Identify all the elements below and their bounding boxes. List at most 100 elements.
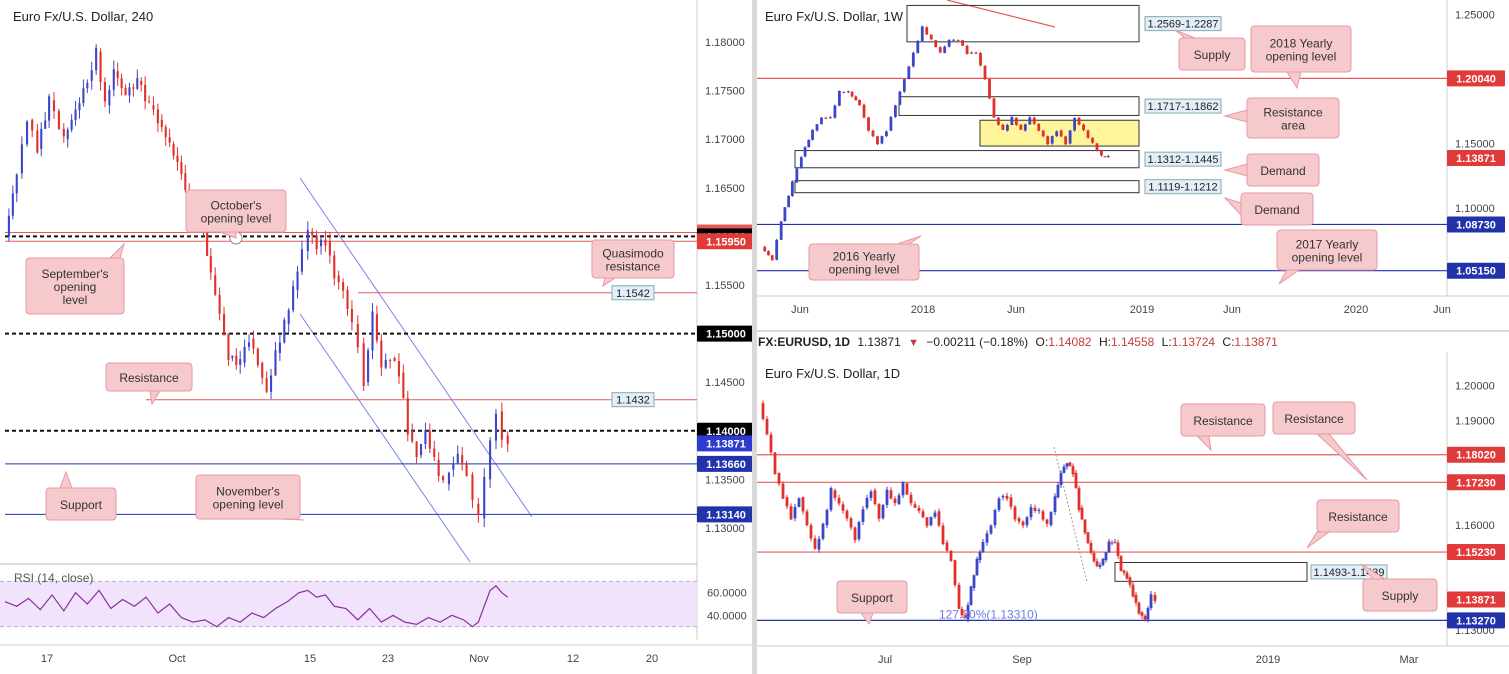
w1-candle [833,105,837,118]
d1-candle [1131,584,1135,597]
chart-4h-svg[interactable]: 1.18000 1.17500 1.17000 1.16500 1.15500 1.145… [0,0,752,674]
callout-2017-text: 2017 Yearly [1296,238,1359,252]
highlight-zone [979,119,1140,147]
chart-1w-svg[interactable]: 1.25000 1.15000 1.10000 1.2569-1.2287 1.1717… [757,0,1509,330]
y-tick-label: 1.16500 [705,183,745,195]
x-tick-label: Jun [1433,304,1451,316]
w1-candle [1100,150,1103,156]
ticker-open: 1.14082 [1048,335,1092,349]
d1-candle [801,497,805,512]
d1-candle [877,503,881,519]
w1-candle [876,136,879,145]
h4-candle [296,271,299,290]
h4-candle [393,357,396,362]
price-tag: 1.13660 [706,459,746,471]
w1-candle [1082,124,1085,131]
w1-candle [1023,124,1027,131]
h4-candle [172,144,175,156]
ticker-header: FX:EURUSD, 1D 1.13871 ▼ −0.00211 (−0.18%… [758,332,1509,352]
h4-candle [442,476,445,481]
x-tick-label: Jul [878,654,892,666]
h4-candle [477,503,480,515]
h4-candle [164,127,167,138]
x-tick-label: 15 [304,653,316,665]
w1-candle [790,181,794,196]
d1-candle [1137,602,1141,614]
h4-candle [152,105,155,110]
y-tick-label: 1.17000 [705,134,745,146]
w1-candle [815,124,819,131]
w1-candle [1095,143,1099,151]
chart-1d-svg[interactable]: 1.200001.190001.160001.140001.130001.149… [757,352,1509,674]
w1-candle [799,157,803,169]
ticker-open-label: O: [1035,335,1049,349]
rsi-title: RSI (14, close) [14,571,93,585]
h4-candle [362,343,365,387]
d1-candle [997,498,1001,510]
d1-candle [761,403,765,419]
d1-candle [1077,488,1081,511]
h4-candle [428,430,431,449]
price-tag: 1.05150 [1456,266,1496,278]
h4-candle [48,96,51,121]
ticker-last: 1.13871 [857,335,901,349]
x-tick-label: Sep [1012,654,1032,666]
w1-candle [775,239,779,260]
d1-candle [1005,495,1009,499]
x-tick-label: Nov [469,653,489,665]
d1-candle [1089,543,1093,553]
y-tick-label: 1.13500 [705,474,745,486]
ticker-close-label: C: [1222,335,1235,349]
chart-panel-4h[interactable]: 1.18000 1.17500 1.17000 1.16500 1.15500 1.145… [0,0,752,674]
d1-candle [972,575,976,588]
d1-candle [1062,466,1066,473]
h4-candle [140,80,143,85]
y-tick-label: 1.14500 [705,377,745,389]
w1-candle [1037,123,1041,131]
d1-candle [845,510,849,519]
h4-candle [62,128,65,137]
w1-candle [1059,130,1063,137]
w1-candle [894,105,897,117]
d1-candle [1149,594,1153,609]
h4-candle [406,398,409,435]
d1-candle [1104,552,1108,561]
h4-candle [397,361,401,377]
w1-candle [992,98,996,118]
down-triangle-icon: ▼ [908,337,919,349]
h4-candle [214,275,217,295]
callout-resistance-3-text: Resistance [1328,510,1388,524]
w1-candle [783,207,787,221]
d1-candle [785,497,789,507]
y-tick-label: 1.15500 [705,280,745,292]
d1-candle [1053,496,1057,513]
chart-panel-1d[interactable]: 1.200001.190001.160001.140001.130001.149… [757,352,1509,674]
callout-resistance-1-text: Resistance [1193,414,1253,428]
d1-candle [777,472,781,484]
d1-candle [781,483,785,499]
callout-october-text: opening level [201,212,272,226]
d1-candle [861,509,865,522]
w1-candle [961,40,964,46]
callout-2016-text: 2016 Yearly [833,250,896,264]
ticker-low: 1.13724 [1171,335,1216,349]
d1-candle [949,550,953,561]
w1-candle [1028,117,1032,125]
callout-demand-2-text: Demand [1254,203,1299,217]
w1-candle [767,251,770,256]
h4-candle [103,82,107,102]
x-tick-label: 23 [382,653,394,665]
w1-candle [1106,156,1110,158]
d1-candle [1125,572,1129,579]
y-tick-label: 1.16000 [1455,520,1495,532]
d1-candle [1092,553,1096,562]
d1-candle [1037,509,1041,511]
y-tick-label: 1.18000 [705,37,745,49]
d1-candle [941,525,945,545]
d1-candle [993,509,997,526]
callout-resistance-area-text: Resistance [1263,106,1323,120]
fib-label: 127.20%(1.13310) [939,607,1038,621]
w1-candle [1073,117,1076,131]
d1-candle [849,518,853,528]
chart-panel-1w[interactable]: 1.25000 1.15000 1.10000 1.2569-1.2287 1.1717… [757,0,1509,330]
